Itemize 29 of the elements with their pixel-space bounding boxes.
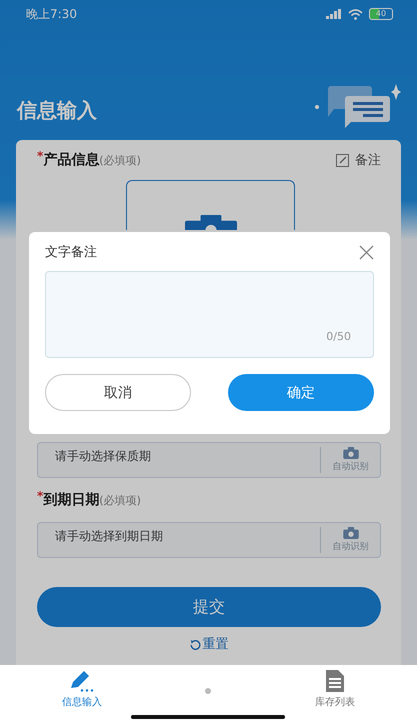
auto-detect-button[interactable]: 自动识别 [320,447,380,473]
pencil-icon [68,670,95,692]
field-label: *产品信息(必填项) [37,151,141,169]
auto-detect-button[interactable]: 自动识别 [320,527,380,553]
dialog-title: 文字备注 [45,244,97,261]
edit-icon [336,154,349,166]
date-field[interactable]: 请手动选择到期日期 自动识别 [37,522,381,558]
wifi-icon [348,8,363,20]
date-field[interactable]: 请手动选择保质期 自动识别 [37,442,381,478]
page-title: 信息输入 [17,97,97,124]
camera-icon [342,447,360,459]
note-button[interactable]: 备注 [336,151,381,169]
close-button[interactable] [359,244,374,260]
tab[interactable]: 信息输入 [42,670,122,709]
field-label: *到期日期(必填项) [37,491,141,509]
document-icon [326,670,344,692]
submit-button[interactable]: 提交 [37,587,381,627]
page-dot [205,688,212,694]
close-icon [359,244,374,260]
reset-button[interactable]: 重置 [190,635,228,653]
status-time: 晚上7:30 [26,6,78,22]
confirm-button[interactable]: 确定 [228,374,374,411]
tab[interactable]: 库存列表 [295,670,376,709]
reset-icon [190,638,200,650]
camera-icon [342,527,360,539]
signal-icon [326,9,342,19]
char-counter: 0/50 [326,330,351,343]
cancel-button[interactable]: 取消 [45,374,191,411]
note-input[interactable]: 0/50 [45,271,374,358]
